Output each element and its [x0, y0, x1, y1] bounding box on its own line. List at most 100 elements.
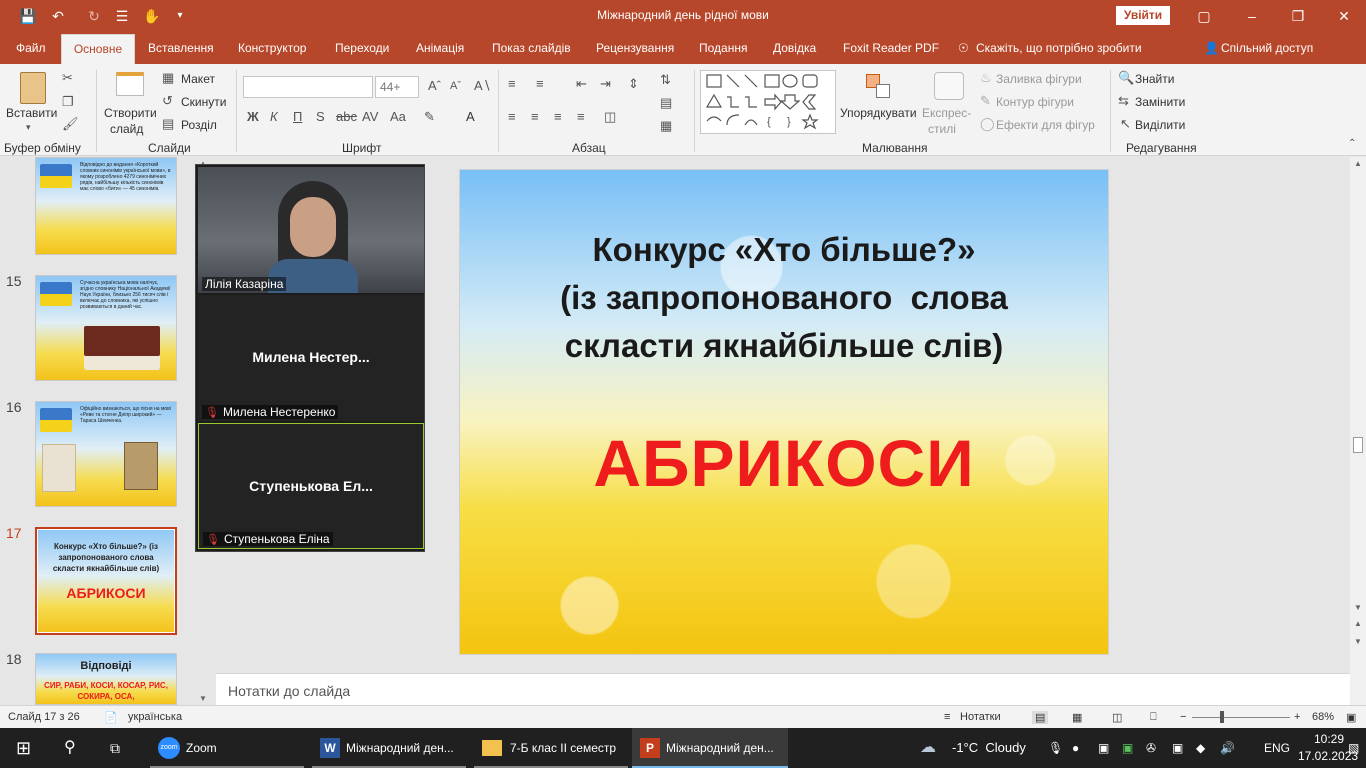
text-direction-icon[interactable]: ⇅ [660, 72, 671, 88]
weather-text[interactable]: -1°C Cloudy [952, 728, 1026, 768]
network-icon[interactable]: ▣ [1172, 728, 1183, 768]
tray-app-icon-2[interactable]: ▣ [1122, 728, 1133, 768]
quick-styles-button-line2[interactable]: стилі [928, 122, 956, 136]
slide-word[interactable]: АБРИКОСИ [460, 425, 1108, 501]
tab-file[interactable]: Файл [16, 41, 46, 55]
quick-styles-button[interactable]: Експрес- [922, 106, 971, 120]
slideshow-view-icon[interactable]: ⎕ [1150, 711, 1157, 724]
tab-animations[interactable]: Анімація [416, 41, 464, 55]
prev-slide-icon[interactable]: ▲ [1354, 619, 1362, 628]
language-indicator[interactable]: українська [128, 711, 182, 723]
tab-view[interactable]: Подання [699, 41, 747, 55]
ribbon-display-icon[interactable]: ▢ [1192, 6, 1216, 26]
reset-button[interactable]: Скинути [181, 95, 226, 109]
shape-outline-button[interactable]: Контур фігури [996, 95, 1074, 109]
tab-review[interactable]: Рецензування [596, 41, 674, 55]
notes-placeholder[interactable]: Нотатки до слайда [228, 683, 350, 699]
task-view-icon[interactable]: ⧉ [110, 728, 120, 768]
bold-button[interactable]: Ж [247, 109, 259, 124]
taskbar-zoom[interactable]: zoom Zoom [150, 728, 304, 768]
zoom-tray-icon[interactable]: ● [1072, 728, 1079, 768]
numbering-icon[interactable]: ≡ [536, 76, 544, 91]
grow-font-icon[interactable]: Aˆ [428, 78, 441, 93]
scroll-down-icon[interactable]: ▼ [199, 694, 207, 703]
paste-button[interactable]: Вставити [6, 106, 57, 120]
notes-pane[interactable]: Нотатки до слайда [216, 673, 1350, 705]
new-slide-icon[interactable] [116, 72, 144, 96]
volume-icon[interactable]: 🔊 [1220, 728, 1235, 768]
share-button[interactable]: Спільний доступ [1221, 41, 1313, 55]
section-button[interactable]: Розділ [181, 118, 217, 132]
char-spacing-button[interactable]: AV [362, 109, 378, 124]
slide-thumbnail-18[interactable]: Відповіді СИР, РАБИ, КОСИ, КОСАР, РИС, С… [35, 653, 177, 705]
scroll-thumb[interactable] [1353, 437, 1363, 453]
taskbar-word[interactable]: W Міжнародний ден... [312, 728, 466, 768]
font-name-input[interactable] [243, 76, 373, 98]
underline-button[interactable]: П [293, 109, 302, 124]
microphone-icon[interactable]: 🎙 [1048, 728, 1063, 768]
align-left-icon[interactable]: ≡ [508, 109, 516, 124]
current-slide[interactable]: Конкурс «Хто більше?» (із запропонованог… [459, 169, 1109, 655]
bullets-icon[interactable]: ≡ [508, 76, 516, 91]
clear-format-icon[interactable]: A∖ [474, 78, 491, 94]
slide-thumbnail-16[interactable]: Офіційно визнаються, що пісня на мові «Р… [35, 401, 177, 507]
new-slide-button-line2[interactable]: слайд [110, 122, 143, 136]
reading-view-icon[interactable]: ◫ [1112, 711, 1122, 724]
select-button[interactable]: Виділити [1135, 118, 1185, 132]
spell-check-icon[interactable]: 📄 [104, 711, 118, 724]
zoom-video-panel[interactable]: Лілія Казаріна Милена Нестер... 🎙 Милена … [195, 164, 425, 552]
shrink-font-icon[interactable]: Aˇ [450, 80, 461, 92]
shape-fill-button[interactable]: Заливка фігури [996, 72, 1082, 86]
change-case-button[interactable]: Aa [390, 109, 406, 124]
arrange-icon[interactable] [866, 74, 890, 100]
find-button[interactable]: Знайти [1135, 72, 1174, 86]
tab-insert[interactable]: Вставлення [148, 41, 214, 55]
slide-thumbnail-15[interactable]: Сучасна українська мова налічує, згідно … [35, 275, 177, 381]
format-painter-icon[interactable]: 🖌 [62, 116, 79, 132]
paste-icon[interactable] [20, 72, 46, 104]
font-size-input[interactable]: 44+ [375, 76, 419, 98]
video-tile[interactable]: Милена Нестер... 🎙 Милена Нестеренко [198, 295, 424, 421]
cut-icon[interactable]: ✂ [62, 70, 73, 86]
tab-design[interactable]: Конструктор [238, 41, 306, 55]
align-center-icon[interactable]: ≡ [531, 109, 539, 124]
tab-help[interactable]: Довідка [773, 41, 816, 55]
restore-icon[interactable]: ❐ [1286, 6, 1310, 26]
align-text-icon[interactable]: ▤ [660, 95, 672, 111]
new-slide-button[interactable]: Створити [104, 106, 157, 120]
search-icon[interactable]: ⚲ [64, 728, 76, 768]
close-icon[interactable]: ✕ [1332, 6, 1356, 26]
strike-button[interactable]: S [316, 109, 325, 124]
zoom-slider-thumb[interactable] [1220, 711, 1224, 723]
zoom-out-icon[interactable]: − [1180, 711, 1186, 723]
slide-sorter-icon[interactable]: ▦ [1072, 711, 1082, 724]
weather-icon[interactable]: ☁ [920, 728, 936, 768]
zoom-level[interactable]: 68% [1312, 711, 1334, 723]
minimize-icon[interactable]: – [1240, 6, 1264, 26]
editor-scrollbar[interactable]: ▲ ▼ ▲ ▼ [1350, 157, 1366, 705]
tab-home[interactable]: Основне [61, 34, 135, 64]
zoom-slider[interactable] [1192, 717, 1290, 718]
next-slide-icon[interactable]: ▼ [1354, 637, 1362, 646]
slide-counter[interactable]: Слайд 17 з 26 [8, 711, 80, 723]
italic-button[interactable]: К [270, 109, 278, 124]
tab-slideshow[interactable]: Показ слайдів [492, 41, 571, 55]
smartart-icon[interactable]: ▦ [660, 118, 672, 134]
slide-title[interactable]: Конкурс «Хто більше?» (із запропонованог… [460, 226, 1108, 370]
video-tile-active[interactable]: Ступенькова Ел... 🎙 Ступенькова Еліна [198, 423, 424, 549]
highlight-icon[interactable]: ✎ [424, 109, 435, 125]
collapse-ribbon-icon[interactable]: ⌃ [1348, 138, 1356, 149]
columns-icon[interactable]: ◫ [604, 109, 616, 125]
tell-me-search[interactable]: Скажіть, що потрібно зробити [976, 41, 1142, 55]
scroll-up-icon[interactable]: ▲ [1354, 159, 1362, 168]
strikethrough-icon[interactable]: abc [336, 109, 357, 124]
justify-icon[interactable]: ≡ [577, 109, 585, 124]
input-language[interactable]: ENG [1264, 728, 1290, 768]
normal-view-icon[interactable]: ▤ [1032, 711, 1049, 724]
fit-to-window-icon[interactable]: ▣ [1346, 711, 1356, 724]
clock-time[interactable]: 10:29 [1314, 732, 1344, 746]
slide-thumbnail-14[interactable]: Відповідно до видання «Короткий словник … [35, 157, 177, 255]
copy-icon[interactable]: ❐ [62, 94, 74, 110]
signin-button[interactable]: Увійти [1116, 6, 1170, 25]
taskbar-folder[interactable]: 7-Б клас ІІ семестр [474, 728, 628, 768]
